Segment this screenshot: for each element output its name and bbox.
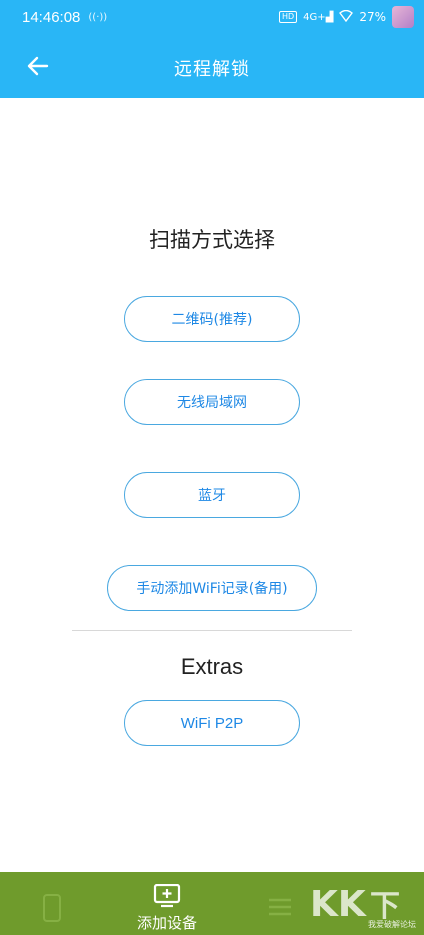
bluetooth-button[interactable]: 蓝牙 <box>124 472 300 518</box>
bottom-nav: 添加设备 KK 下 我爱破解论坛 <box>0 872 424 935</box>
battery-text: 27% <box>359 10 386 24</box>
status-right: HD 4G+▟ 27% <box>278 6 414 28</box>
nav-item-menu[interactable] <box>262 872 298 935</box>
network-type: 4G+ <box>303 11 326 23</box>
wifi-p2p-button[interactable]: WiFi P2P <box>124 700 300 746</box>
kk-logo-icon: KK 下 <box>310 884 400 925</box>
page-title: 远程解锁 <box>174 59 250 80</box>
hd-icon: HD <box>278 11 298 23</box>
divider <box>72 630 352 631</box>
watermark-text: 我爱破解论坛 <box>368 920 416 929</box>
svg-text:KK: KK <box>310 884 367 924</box>
signal-icon: 4G+▟ <box>303 11 334 23</box>
kk-logo-watermark: KK 下 我爱破解论坛 <box>308 878 418 932</box>
avatar <box>392 6 414 28</box>
extras-title: Extras <box>180 654 244 679</box>
add-screen-icon <box>153 884 181 908</box>
nav-item-add-device[interactable]: 添加设备 <box>122 872 212 935</box>
manual-wifi-button[interactable]: 手动添加WiFi记录(备用) <box>107 565 317 611</box>
menu-icon <box>269 898 291 916</box>
nav-item-device[interactable] <box>34 872 70 935</box>
wifi-icon <box>339 9 354 25</box>
status-bar: 14:46:08 ((·)) HD 4G+▟ 27% <box>0 0 424 34</box>
qrcode-button[interactable]: 二维码(推荐) <box>124 296 300 342</box>
app-bar: 远程解锁 <box>0 34 424 98</box>
nfc-icon: ((·)) <box>88 11 108 23</box>
status-time: 14:46:08 <box>22 8 81 26</box>
wlan-button[interactable]: 无线局域网 <box>124 379 300 425</box>
nav-item-add-device-label: 添加设备 <box>136 914 197 932</box>
main-content: 扫描方式选择 二维码(推荐) 无线局域网 蓝牙 手动添加WiFi记录(备用) E… <box>2 98 422 872</box>
phone-icon <box>43 894 61 922</box>
scan-method-title: 扫描方式选择 <box>149 228 275 252</box>
